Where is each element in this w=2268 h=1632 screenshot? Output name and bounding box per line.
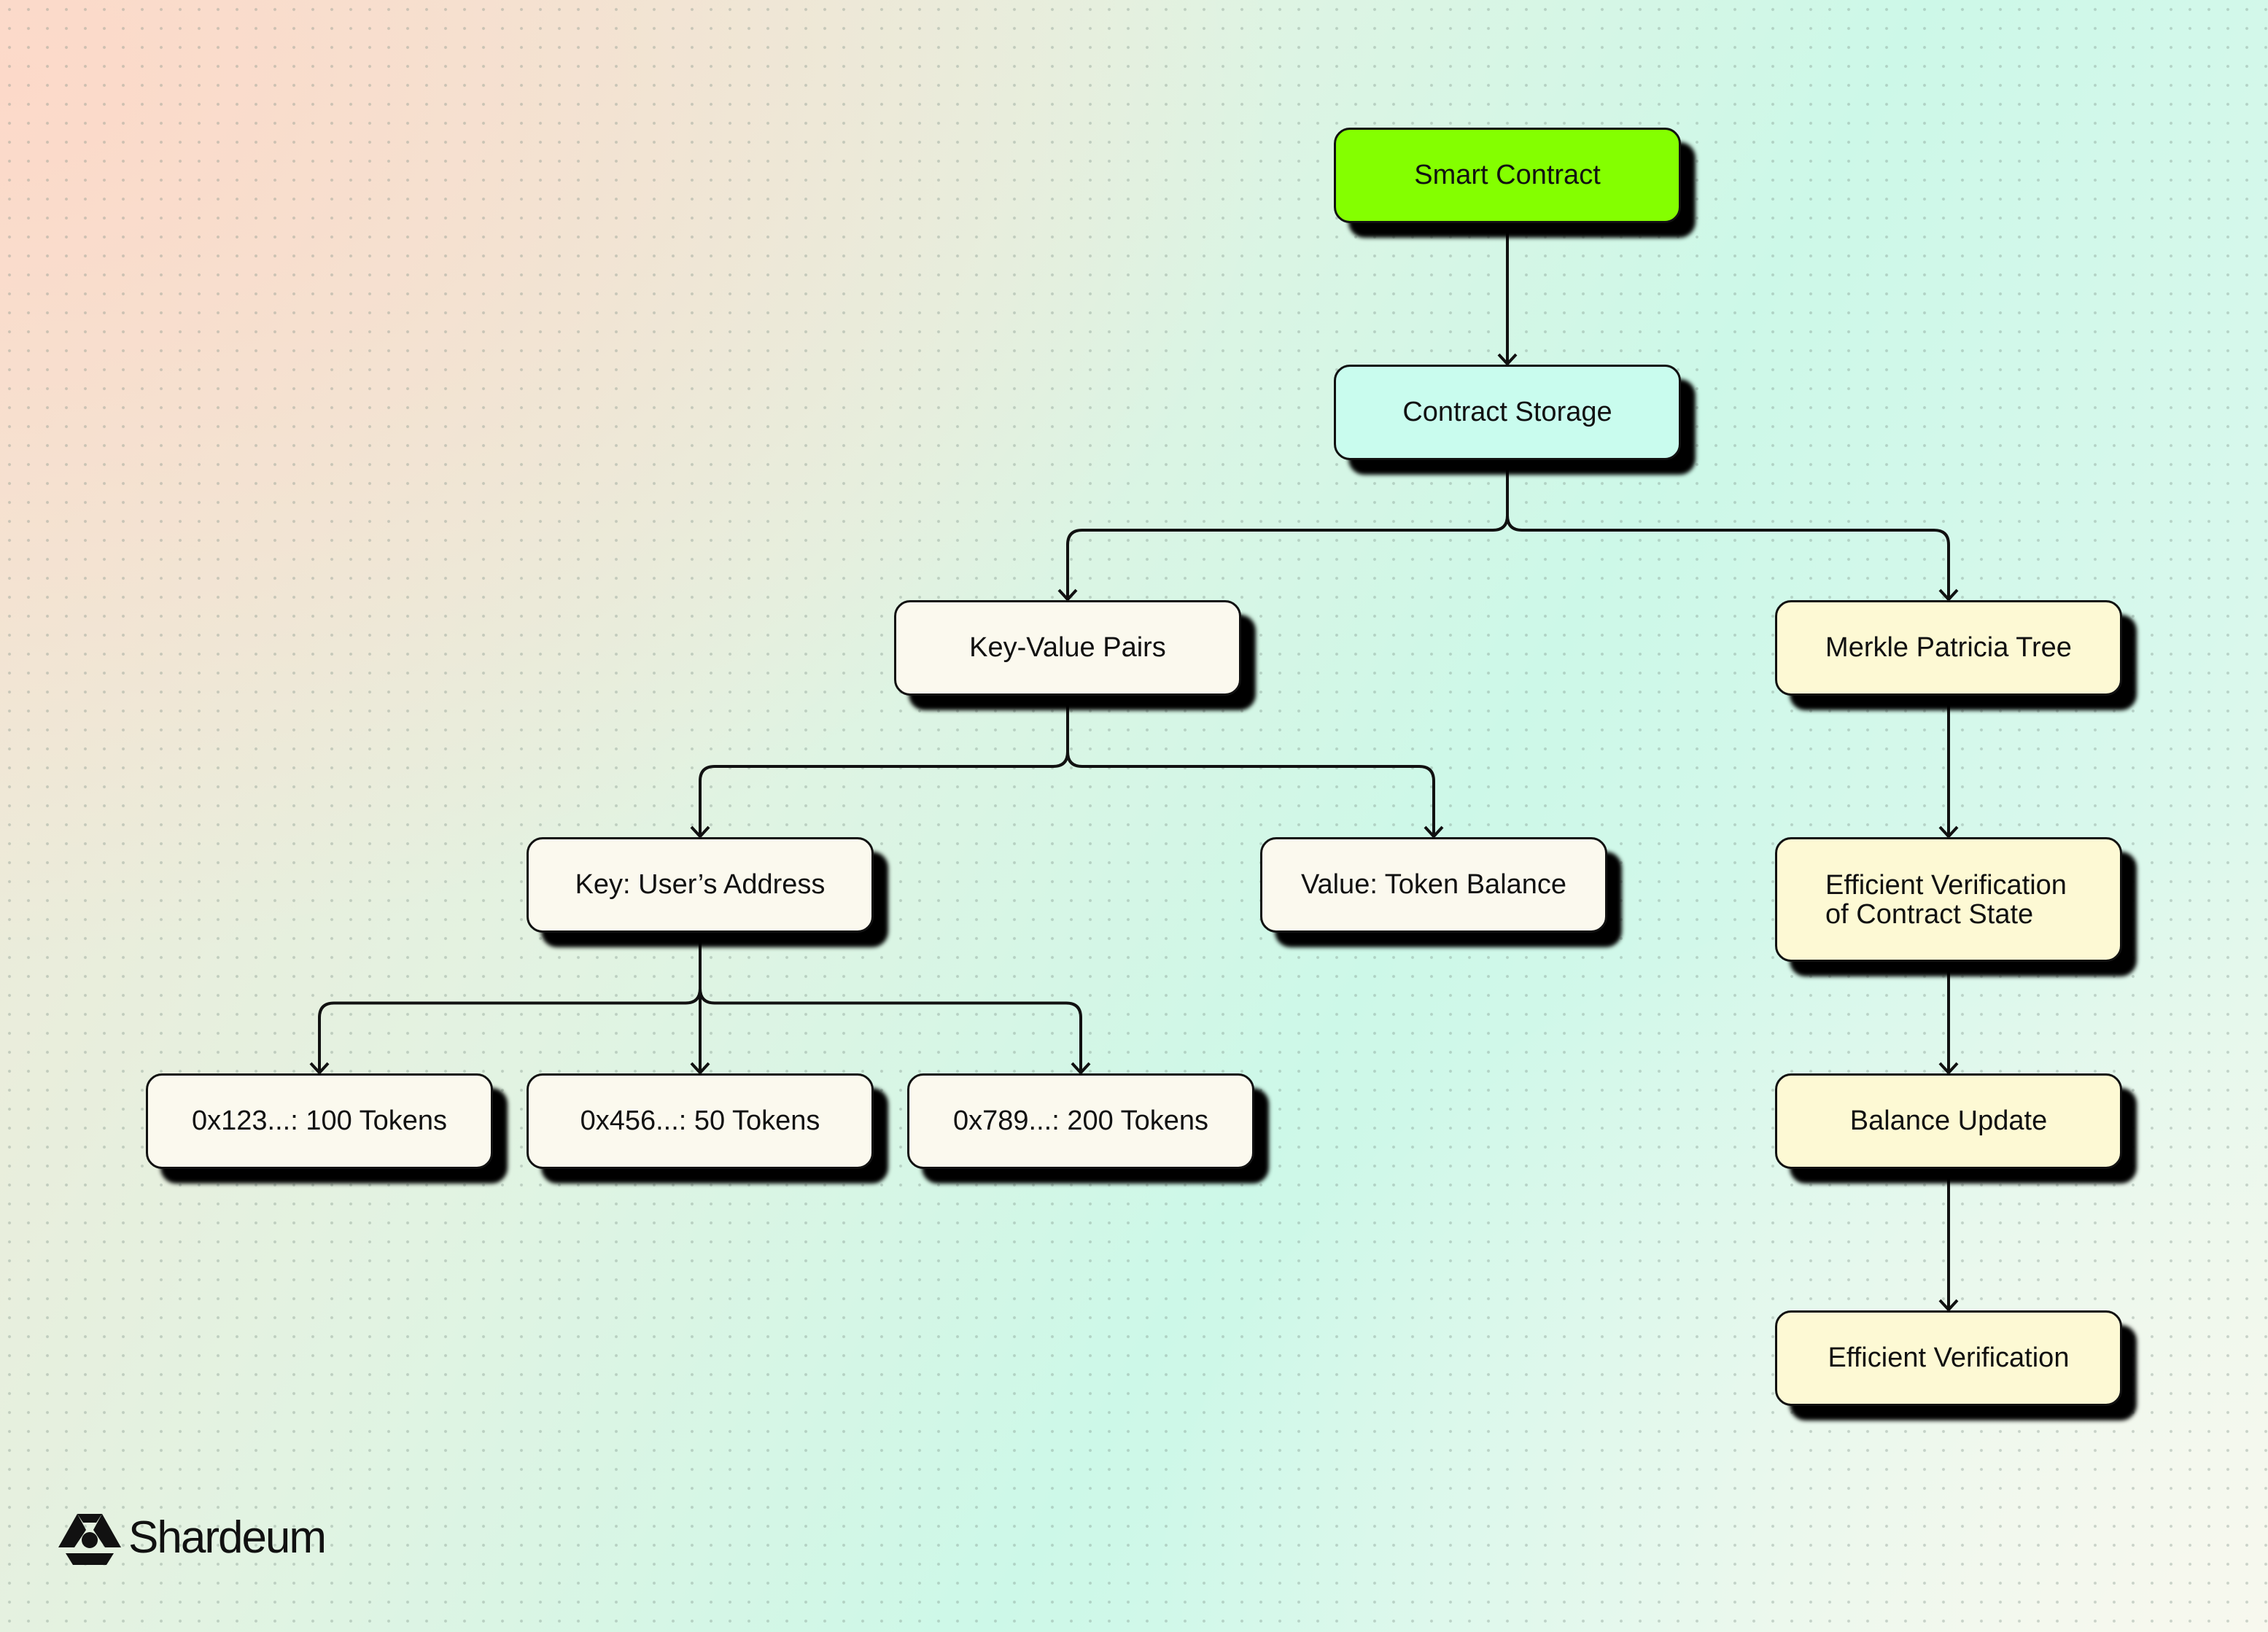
node-mpt: Merkle Patricia Tree xyxy=(1775,600,2122,696)
connector-kv-key xyxy=(699,696,1069,837)
node-evcs: Efficient Verification of Contract State xyxy=(1775,837,2122,962)
connector-kv-value xyxy=(1066,696,1435,837)
shardeum-logo-icon xyxy=(58,1514,121,1565)
logo-text: Shardeum xyxy=(128,1512,327,1563)
shardeum-logo: Shardeum xyxy=(58,1509,327,1565)
node-label: Key-Value Pairs xyxy=(969,632,1166,663)
node-label: 0x789...: 200 Tokens xyxy=(953,1106,1208,1136)
node-key: Key: User’s Address xyxy=(527,837,874,933)
node-label: Value: Token Balance xyxy=(1300,869,1567,900)
node-a2: 0x456...: 50 Tokens xyxy=(527,1073,874,1169)
node-bal: Balance Update xyxy=(1775,1073,2122,1169)
node-kv: Key-Value Pairs xyxy=(894,600,1241,696)
node-smart: Smart Contract xyxy=(1334,128,1681,223)
node-label: Merkle Patricia Tree xyxy=(1825,632,2072,663)
node-label: Key: User’s Address xyxy=(575,869,826,900)
node-label: 0x123...: 100 Tokens xyxy=(192,1106,447,1136)
connector-key-a3 xyxy=(699,933,1082,1073)
node-value: Value: Token Balance xyxy=(1260,837,1607,933)
connector-storage-kv xyxy=(1066,460,1509,600)
node-ev: Efficient Verification xyxy=(1775,1310,2122,1406)
connector-storage-mpt xyxy=(1506,460,1950,600)
node-label: Efficient Verification xyxy=(1828,1342,2070,1373)
node-label: Contract Storage xyxy=(1402,397,1612,427)
node-label: Balance Update xyxy=(1849,1106,2048,1136)
connector-key-a1 xyxy=(318,933,702,1073)
node-label: 0x456...: 50 Tokens xyxy=(580,1106,820,1136)
node-a3: 0x789...: 200 Tokens xyxy=(907,1073,1254,1169)
node-label: Efficient Verification of Contract State xyxy=(1825,869,2067,930)
node-storage: Contract Storage xyxy=(1334,365,1681,460)
node-label: Smart Contract xyxy=(1414,160,1601,190)
node-a1: 0x123...: 100 Tokens xyxy=(146,1073,493,1169)
